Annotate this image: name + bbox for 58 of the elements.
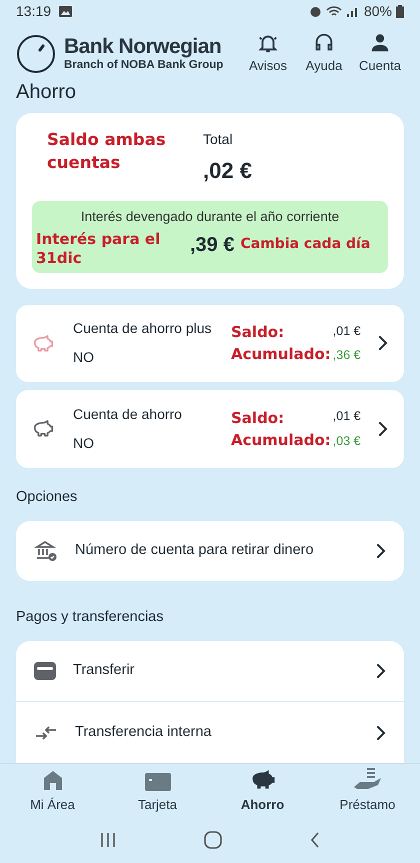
person-icon <box>369 32 391 54</box>
battery-level: 80% <box>364 2 392 22</box>
account-card[interactable]: Cuenta de ahorro plus NO Saldo: Acumulado: ,01 € ,36 € <box>16 304 404 382</box>
list-item[interactable]: Transferencia interna <box>16 702 404 764</box>
annotation: Interés para el 31dic <box>36 230 162 269</box>
page-title: Ahorro <box>16 81 76 104</box>
account-card[interactable]: Cuenta de ahorro NO Saldo: Acumulado: ,01 € ,03 € <box>16 390 404 468</box>
chevron-right-icon <box>378 335 388 352</box>
bank-icon <box>34 538 58 563</box>
chevron-right-icon <box>378 421 388 437</box>
nav-tab[interactable]: Ahorro <box>210 766 315 814</box>
total-label: Total <box>203 130 234 150</box>
nav-tab[interactable]: Préstamo <box>315 766 420 814</box>
annotation: Saldo: <box>231 408 286 428</box>
chevron-right-icon <box>376 663 386 680</box>
transfer-arrows-icon <box>34 724 58 741</box>
balance-amount: ,01 € <box>332 322 361 340</box>
hand-coins-icon <box>352 766 382 791</box>
nav-tab[interactable]: Mi Área <box>0 766 105 814</box>
accrued-amount: ,36 € <box>332 347 361 364</box>
balance-amount: ,01 € <box>332 408 361 426</box>
account-subtitle: NO <box>73 348 95 368</box>
annotation: Saldo: <box>231 322 286 343</box>
annotation: Acumulado: <box>231 344 331 366</box>
home-button-icon[interactable] <box>204 830 222 849</box>
section-title: Pagos y transferencias <box>15 608 164 627</box>
battery-icon <box>396 5 404 18</box>
header-button[interactable]: Ayuda <box>300 32 348 76</box>
interest-label: Interés devengado durante el año corriente <box>80 208 340 226</box>
header-button[interactable]: Avisos <box>244 32 292 76</box>
nav-tab[interactable]: Tarjeta <box>105 766 210 814</box>
section-title: Opciones <box>15 488 78 507</box>
account-name: Cuenta de ahorro <box>73 405 183 424</box>
logo-icon <box>16 34 56 74</box>
annotation: Acumulado: <box>231 430 331 451</box>
header-button[interactable]: Cuenta <box>356 32 404 76</box>
wallet-icon <box>34 662 56 680</box>
brand-subtitle: Branch of NOBA Bank Group <box>64 60 224 72</box>
list-item[interactable]: Transferir <box>16 641 404 702</box>
total-amount: ,02 € <box>203 157 252 186</box>
card-icon <box>144 772 170 791</box>
annotation: Cambia cada día <box>240 234 370 254</box>
wifi-icon <box>326 5 342 18</box>
status-time: 13:19 <box>16 2 52 22</box>
interest-amount: ,39 € <box>190 232 234 258</box>
brand-name: Bank Norwegian <box>64 36 222 57</box>
image-icon <box>59 6 72 18</box>
list-item[interactable]: Número de cuenta para retirar dinero <box>16 520 404 581</box>
signal-icon <box>346 6 360 18</box>
annotation: Saldo ambas cuentas <box>47 129 167 174</box>
recent-apps-icon[interactable] <box>100 832 116 848</box>
account-name: Cuenta de ahorro plus <box>73 319 213 338</box>
back-icon[interactable] <box>310 832 320 848</box>
chevron-right-icon <box>376 542 386 559</box>
accrued-amount: ,03 € <box>332 433 361 450</box>
account-subtitle: NO <box>73 434 95 453</box>
home-icon <box>42 768 64 791</box>
chevron-right-icon <box>376 724 386 741</box>
